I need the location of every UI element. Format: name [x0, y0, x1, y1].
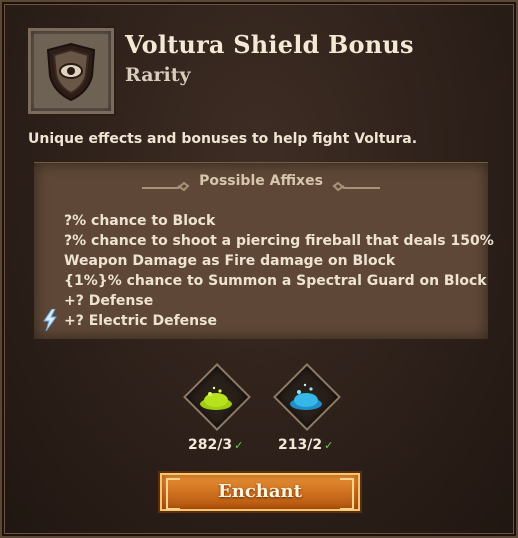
enchant-button[interactable]: Enchant — [160, 473, 360, 511]
item-title: Voltura Shield Bonus — [125, 30, 414, 59]
item-rarity: Rarity — [125, 64, 191, 86]
checkmark-icon: ✓ — [234, 439, 244, 452]
blue-dust-icon — [290, 383, 322, 410]
item-tooltip-panel: Voltura Shield Bonus Rarity Unique effec… — [0, 0, 518, 538]
item-description: Unique effects and bonuses to help fight… — [28, 131, 418, 147]
affix-line: ?% chance to shoot a piercing fireball t… — [64, 233, 494, 249]
header-ornament-right-icon — [332, 181, 380, 192]
lightning-bolt-icon — [43, 309, 57, 331]
affix-line: +? Defense — [64, 293, 154, 309]
affix-line: +? Electric Defense — [64, 313, 217, 329]
material-slot-green[interactable] — [183, 363, 251, 431]
affix-box: Possible Affixes ?% chance to Block ?% c… — [34, 162, 494, 339]
checkmark-icon: ✓ — [324, 439, 334, 452]
item-icon-frame — [26, 26, 116, 116]
material-count-green: 282/3 ✓ — [188, 437, 244, 453]
affix-list: ?% chance to Block ?% chance to shoot a … — [64, 211, 494, 331]
material-count-blue: 213/2 ✓ — [278, 437, 334, 453]
affix-line: Weapon Damage as Fire damage on Block — [64, 253, 396, 269]
shield-eye-icon — [34, 34, 108, 108]
green-dust-icon — [200, 386, 232, 410]
affix-line: {1%}% chance to Summon a Spectral Guard … — [64, 273, 487, 289]
enchant-button-label: Enchant — [218, 481, 302, 502]
material-slot-blue[interactable] — [273, 363, 341, 431]
affix-line: ?% chance to Block — [64, 213, 216, 229]
affix-header: Possible Affixes — [199, 173, 323, 189]
